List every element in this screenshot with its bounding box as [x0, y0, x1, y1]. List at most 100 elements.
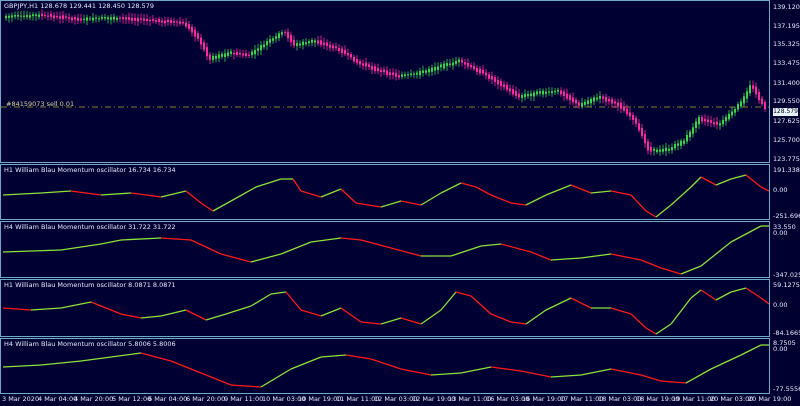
candle-body	[551, 91, 553, 94]
candle-body	[317, 40, 319, 44]
candle-body	[68, 17, 70, 19]
candle-body	[563, 91, 565, 96]
candle-body	[341, 48, 343, 53]
oscillator-segment	[715, 291, 732, 301]
oscillator-segment	[400, 317, 422, 325]
oscillator-segment	[460, 366, 492, 374]
oscillator-segment	[360, 321, 382, 325]
oscillator-segment	[360, 239, 392, 249]
oscillator-panel-1[interactable]: H1 William Blau Momentum oscillator 16.7…	[0, 164, 770, 220]
oscillator-segment	[250, 253, 282, 263]
candle-body	[356, 59, 358, 63]
candle-body	[761, 98, 763, 105]
candle-body	[98, 18, 100, 20]
oscillator-segment	[660, 267, 682, 275]
oscillator-segment	[640, 259, 662, 269]
candle-body	[491, 75, 493, 80]
candle-body	[548, 91, 550, 93]
oscillator-segment	[630, 194, 647, 212]
candle-body	[455, 60, 457, 64]
candle-body	[353, 56, 355, 62]
oscillator-segment	[545, 184, 572, 196]
candle-body	[653, 148, 655, 151]
candle-body	[140, 18, 142, 20]
candle-body	[377, 68, 379, 72]
candle-body	[74, 17, 76, 20]
candle-body	[5, 15, 7, 19]
candle-body	[14, 15, 16, 17]
oscillator-segment	[740, 344, 762, 356]
oscillator-segment	[340, 188, 357, 204]
oscillator-axis-min: -251.696	[773, 212, 800, 220]
oscillator-segment	[710, 354, 742, 370]
candle-body	[254, 49, 256, 55]
candle-body	[380, 69, 382, 72]
oscillator-segment	[685, 368, 712, 384]
candle-body	[434, 67, 436, 71]
time-axis: 3 Mar 2020 4 Mar 04:00 4 Mar 20:00 5 Mar 12…	[0, 394, 800, 406]
candle-body	[617, 102, 619, 107]
candle-body	[293, 39, 295, 46]
candle-body	[200, 37, 202, 45]
oscillator-segment	[345, 354, 372, 360]
candlestick-chart	[1, 9, 769, 156]
oscillator-segment	[300, 190, 322, 198]
price-axis-label: 133.475	[773, 59, 800, 67]
time-axis-label: 12 Mar 03:00	[374, 395, 418, 403]
oscillator-segment	[280, 241, 312, 255]
candle-body	[671, 147, 673, 151]
candle-body	[416, 72, 418, 75]
candle-body	[512, 89, 514, 95]
oscillator-segment	[610, 190, 632, 196]
oscillator-segment	[460, 182, 477, 188]
candle-body	[545, 91, 547, 94]
oscillator-segment	[130, 192, 162, 198]
candle-body	[212, 55, 214, 60]
time-axis-label: 20 Mar 19:00	[748, 395, 792, 403]
oscillator-axis-1: 191.338 0.00 -251.696	[770, 164, 800, 220]
candle-body	[527, 93, 529, 97]
candle-body	[386, 70, 388, 75]
oscillator-segment	[715, 178, 732, 186]
oscillator-segment	[700, 176, 717, 186]
candle-body	[311, 39, 313, 43]
candle-body	[590, 98, 592, 104]
candle-body	[329, 44, 331, 48]
price-axis-label: 131.400	[773, 79, 800, 87]
time-axis-label: 19 Mar 11:00	[672, 395, 716, 403]
candle-body	[602, 96, 604, 99]
current-price-tag: 128.579	[773, 108, 798, 116]
oscillator-segment	[185, 309, 207, 321]
candle-body	[104, 17, 106, 19]
oscillator-segment	[250, 293, 272, 307]
candle-body	[755, 86, 757, 95]
candle-body	[56, 15, 58, 18]
oscillator-axis-2: 33.550 0.00 -347.025	[770, 221, 800, 279]
oscillator-segment	[490, 194, 512, 204]
candle-body	[539, 91, 541, 94]
oscillator-panel-4[interactable]: H4 William Blau Momentum oscillator 5.80…	[0, 338, 770, 394]
candle-body	[239, 52, 241, 55]
candle-body	[758, 92, 760, 101]
candle-body	[695, 121, 697, 129]
time-axis-label: 18 Mar 03:00	[598, 395, 642, 403]
candle-body	[635, 117, 637, 124]
candle-body	[509, 88, 511, 92]
candle-body	[182, 21, 184, 24]
candle-body	[89, 18, 91, 20]
oscillator-segment	[655, 204, 672, 218]
price-axis-label: 123.775	[773, 155, 800, 163]
time-axis-label: 4 Mar 04:00	[38, 395, 78, 403]
oscillator-segment	[185, 190, 202, 204]
candle-body	[713, 122, 715, 125]
candle-body	[35, 14, 37, 17]
candle-body	[464, 62, 466, 65]
candle-body	[620, 102, 622, 109]
price-chart-panel[interactable]: GBPJPY,H1 128.678 129.441 128.450 128.57…	[0, 0, 770, 163]
oscillator-panel-3[interactable]: H1 William Blau Momentum oscillator 8.08…	[0, 279, 770, 337]
oscillator-panel-2[interactable]: H4 William Blau Momentum oscillator 31.7…	[0, 221, 770, 278]
trade-label[interactable]: #84159073 sell 0.01	[6, 100, 74, 108]
candle-body	[32, 14, 34, 17]
candle-body	[62, 15, 64, 20]
candle-body	[530, 93, 532, 97]
